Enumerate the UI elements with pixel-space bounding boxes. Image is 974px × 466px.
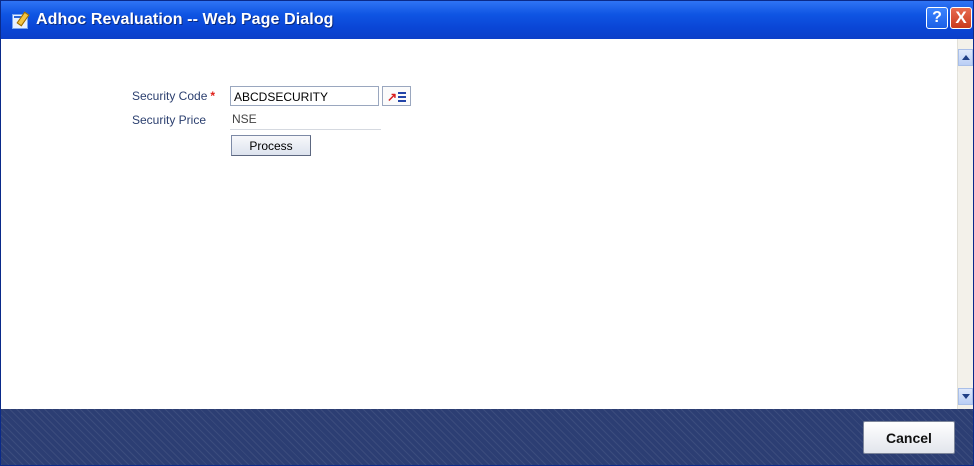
scroll-up-arrow-icon[interactable] xyxy=(958,49,973,66)
security-price-underline xyxy=(230,129,381,130)
security-code-label: Security Code * xyxy=(132,89,215,103)
process-button[interactable]: Process xyxy=(231,135,311,156)
security-price-label: Security Price xyxy=(132,113,207,127)
dialog-footer: Cancel xyxy=(1,409,973,465)
vertical-scrollbar[interactable] xyxy=(957,39,973,409)
security-code-input[interactable]: ABCDSECURITY xyxy=(230,86,379,106)
cancel-button[interactable]: Cancel xyxy=(863,421,955,454)
dialog-window: Adhoc Revaluation -- Web Page Dialog ? X… xyxy=(0,0,974,466)
scroll-down-arrow-icon[interactable] xyxy=(958,388,973,405)
required-marker: * xyxy=(210,89,216,103)
list-of-values-icon: ↗ xyxy=(387,90,398,104)
close-button[interactable]: X xyxy=(950,7,972,29)
title-bar: Adhoc Revaluation -- Web Page Dialog ? X xyxy=(1,1,973,39)
security-code-label-text: Security Code xyxy=(132,89,208,103)
window-title: Adhoc Revaluation -- Web Page Dialog xyxy=(36,11,334,28)
security-price-value: NSE xyxy=(232,112,257,126)
page-edit-icon xyxy=(12,11,30,29)
help-button[interactable]: ? xyxy=(926,7,948,29)
dialog-content: Security Code * ABCDSECURITY ↗ Security P… xyxy=(1,39,957,409)
security-code-lov-button[interactable]: ↗ xyxy=(382,86,411,106)
